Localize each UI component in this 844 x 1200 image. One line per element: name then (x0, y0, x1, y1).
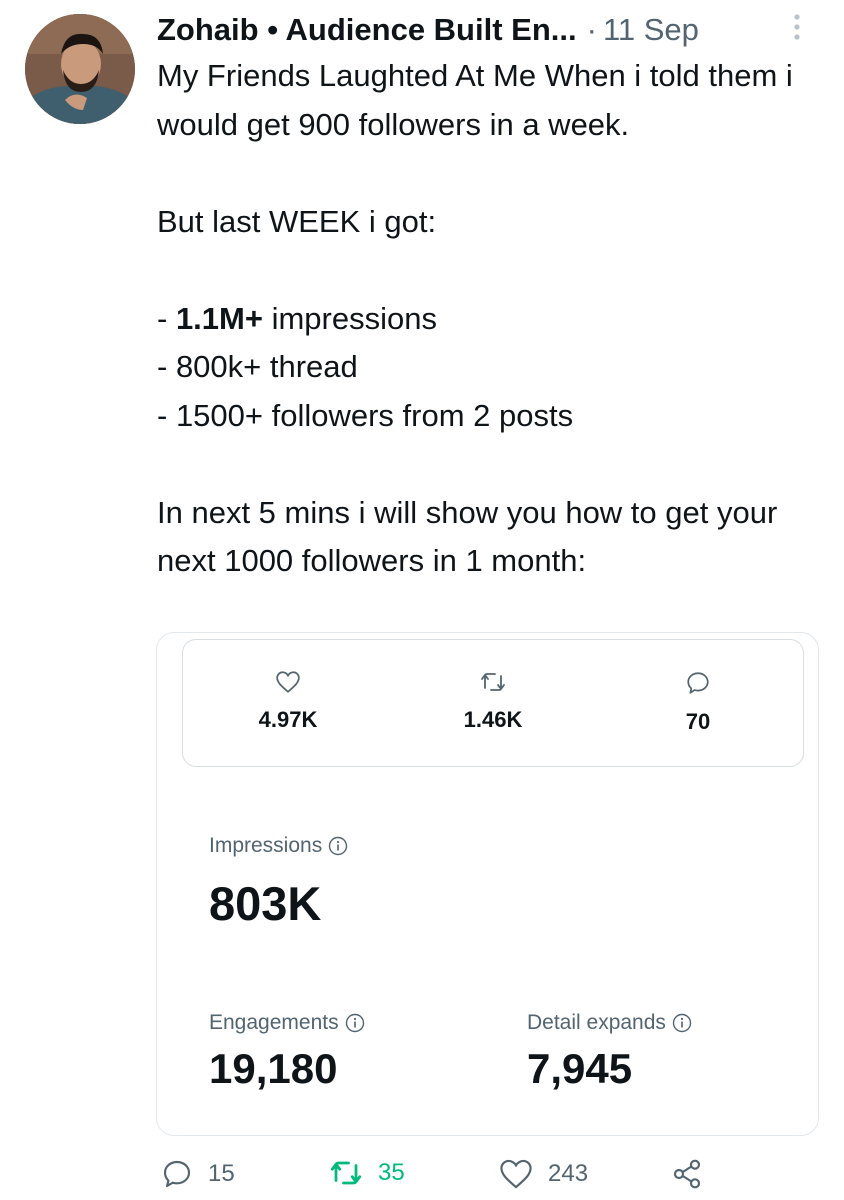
reply-icon (687, 672, 709, 694)
heart-icon (276, 671, 300, 693)
impressions-value: 803K (209, 877, 322, 930)
header-separator: · (586, 12, 597, 47)
replies-stat: 70 (638, 670, 758, 735)
tweet-timestamp[interactable]: 11 Sep (603, 12, 699, 48)
heart-icon (500, 1159, 532, 1189)
retweet-icon (330, 1161, 362, 1185)
replies-count: 70 (685, 709, 711, 734)
engagements-label: Engagements (209, 1011, 365, 1035)
like-button[interactable]: 243 (498, 1158, 588, 1190)
retweet-icon (481, 673, 505, 691)
likes-count: 4.97K (258, 707, 318, 732)
tweet-action-bar: 15 35 243 (160, 1152, 720, 1200)
tweet-outro: In next 5 mins i will show you how to ge… (157, 494, 778, 579)
reply-count: 15 (208, 1160, 235, 1187)
more-icon[interactable] (790, 12, 804, 47)
avatar[interactable] (25, 14, 135, 124)
engagements-value: 19,180 (209, 1045, 338, 1092)
share-button[interactable] (670, 1158, 704, 1190)
retweet-count: 35 (378, 1159, 405, 1186)
reply-icon (163, 1160, 191, 1188)
detail-expands-value: 7,945 (527, 1045, 633, 1092)
list-item: - 800k+ thread (157, 349, 358, 384)
list-item: - 1.1M+ impressions (157, 300, 437, 336)
detail-expands-label: Detail expands (527, 1011, 692, 1035)
like-count: 243 (548, 1160, 589, 1187)
share-icon (673, 1159, 701, 1189)
engagement-stats: 4.97K 1.46K 70 (182, 639, 804, 767)
tweet-text: My Friends Laughted At Me When i told th… (157, 52, 827, 586)
list-item: - 1500+ followers from 2 posts (157, 397, 574, 433)
info-icon[interactable] (328, 836, 348, 856)
reply-button[interactable]: 15 (160, 1158, 235, 1190)
tweet-intro: My Friends Laughted At Me When i told th… (157, 58, 793, 142)
likes-stat: 4.97K (228, 670, 348, 733)
retweets-count: 1.46K (463, 707, 523, 732)
info-icon[interactable] (345, 1013, 365, 1033)
avatar-photo (25, 14, 135, 124)
retweets-stat: 1.46K (433, 670, 553, 733)
tweet-header: Zohaib • Audience Built En... · 11 Sep (157, 8, 817, 52)
impressions-label: Impressions (209, 834, 348, 858)
retweet-button[interactable]: 35 (328, 1158, 405, 1188)
analytics-card[interactable]: 4.97K 1.46K 70 Impressions 803K Engageme… (156, 632, 819, 1136)
info-icon[interactable] (672, 1013, 692, 1033)
tweet-but-line: But last WEEK i got: (157, 203, 437, 239)
author-name[interactable]: Zohaib • Audience Built En... (157, 12, 577, 48)
